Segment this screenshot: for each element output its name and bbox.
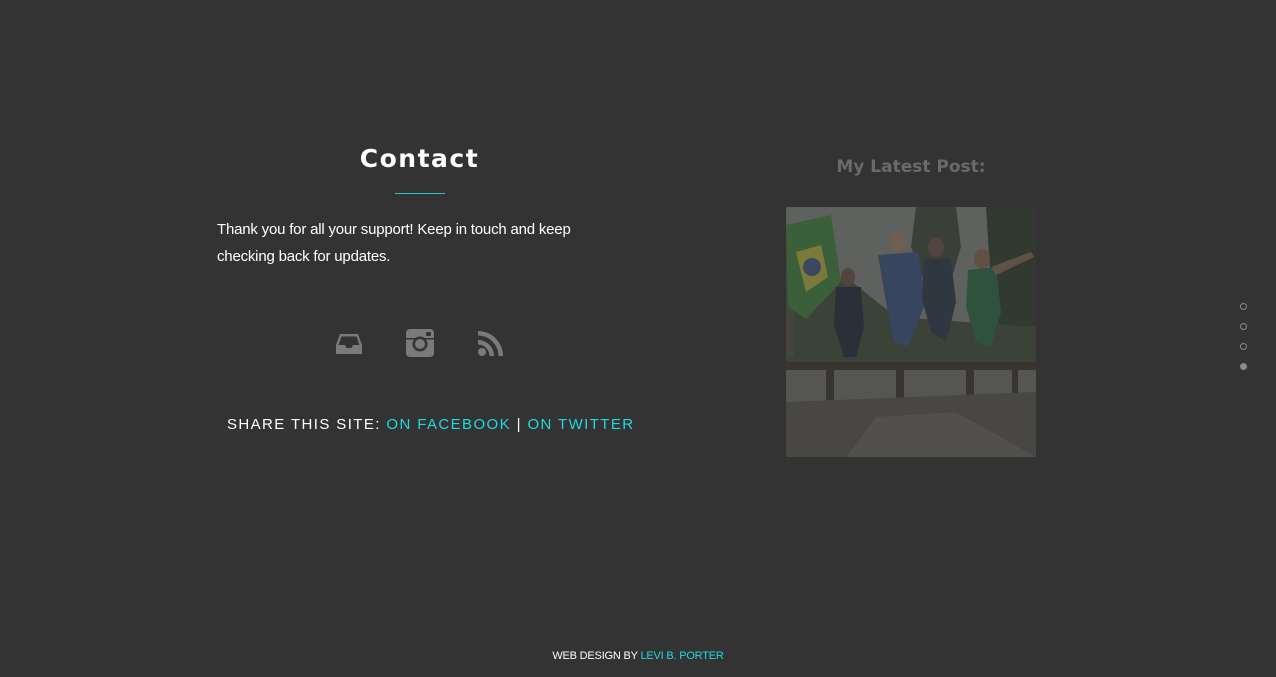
latest-post-title: My Latest Post: <box>836 157 986 177</box>
social-icons <box>334 328 514 362</box>
contact-title: Contact <box>359 144 480 173</box>
section-nav-dot-3[interactable] <box>1240 343 1247 350</box>
footer-credit-label: WEB DESIGN BY <box>552 650 638 662</box>
latest-post-image[interactable] <box>786 207 1036 457</box>
share-facebook-link[interactable]: ON FACEBOOK <box>386 416 511 433</box>
section-nav-dot-2[interactable] <box>1240 323 1247 330</box>
share-twitter-link[interactable]: ON TWITTER <box>527 416 634 433</box>
rss-icon[interactable] <box>476 328 506 358</box>
share-separator: | <box>516 416 522 433</box>
title-underline <box>395 193 445 194</box>
share-label: SHARE THIS SITE: <box>227 416 381 433</box>
inbox-icon[interactable] <box>334 328 364 358</box>
footer: WEB DESIGN BY LEVI B. PORTER <box>0 650 1276 662</box>
section-nav-dot-4[interactable] <box>1240 363 1247 370</box>
instagram-icon[interactable] <box>405 328 435 358</box>
contact-message: Thank you for all your support! Keep in … <box>217 221 571 265</box>
share-bar: SHARE THIS SITE: ON FACEBOOK | ON TWITTE… <box>227 416 633 433</box>
section-nav-dot-1[interactable] <box>1240 303 1247 310</box>
footer-author-link[interactable]: LEVI B. PORTER <box>640 650 723 662</box>
